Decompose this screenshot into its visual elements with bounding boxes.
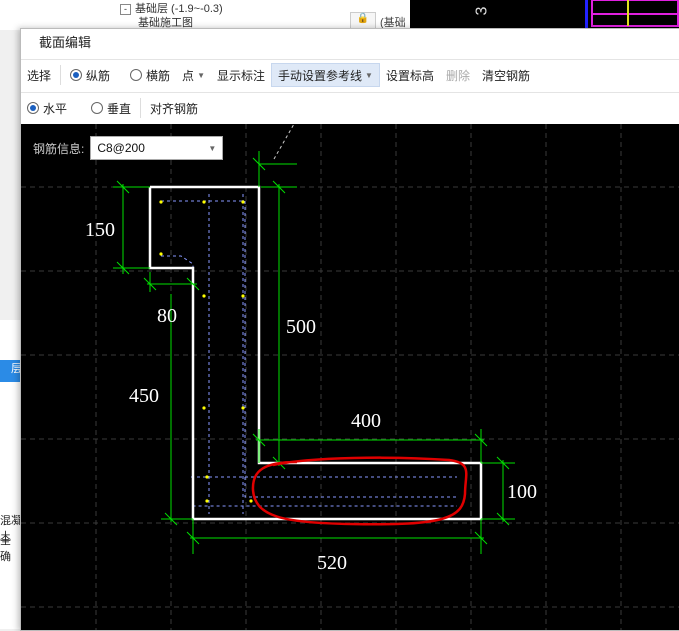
dim-400[interactable]: 400 [351,410,381,432]
chevron-down-icon: ▼ [197,70,205,80]
horizontal-radio[interactable]: 水平 [21,97,73,119]
point-dropdown[interactable]: 点 ▼ [176,64,211,86]
section-drawing[interactable]: 150 80 500 450 400 100 520 [21,124,679,630]
show-dims-button[interactable]: 显示标注 [211,64,271,86]
left-panel-tab[interactable]: 层 [0,360,22,382]
radio-checked-icon[interactable] [70,69,83,81]
viewport-graphic [591,0,679,27]
set-elevation-button[interactable]: 设置标高 [380,64,440,86]
collapse-icon[interactable]: - [120,4,131,15]
section-edit-dialog: 截面编辑 选择 纵筋 横筋 点 ▼ 显示标注 手动设置参考线 ▼ 设置标高 删除 清… [20,28,679,631]
chevron-down-icon[interactable]: ▼ [208,144,216,153]
dim-150[interactable]: 150 [85,219,115,241]
vertical-radio[interactable]: 垂直 [85,97,137,119]
divider [60,65,62,85]
rebar-lines[interactable] [161,194,457,514]
dimension-lines [113,151,515,554]
reference-line[interactable] [273,124,295,160]
manual-ref-button[interactable]: 手动设置参考线 ▼ [271,63,380,87]
rebar-points[interactable] [159,200,253,503]
toolbar: 选择 纵筋 横筋 点 ▼ 显示标注 手动设置参考线 ▼ 设置标高 删除 清空钢筋 [21,59,679,90]
delete-button[interactable]: 删除 [440,64,476,86]
grid-lines [21,124,679,630]
rebar-info: 钢筋信息: C8@200 ▼ [33,136,224,160]
align-rebar-button[interactable]: 对齐钢筋 [144,97,204,119]
chevron-down-icon[interactable]: ▼ [365,71,373,80]
highlight-annotation [251,456,468,526]
section-outline[interactable] [148,185,483,521]
transverse-radio[interactable]: 横筋 [124,64,176,86]
rebar-info-select[interactable]: C8@200 ▼ [90,136,224,160]
rebar-info-label: 钢筋信息: [33,141,85,156]
viewport-frame [585,0,679,30]
radio-checked-icon[interactable] [27,102,39,114]
dim-100[interactable]: 100 [507,481,537,503]
viewport-label: 3 [473,6,491,16]
dim-500[interactable]: 500 [286,316,316,338]
background-viewport: 3 [410,0,679,30]
dim-80[interactable]: 80 [157,305,177,327]
divider [140,98,142,118]
drawing-canvas[interactable]: 150 80 500 450 400 100 520 钢筋信息: C8@200 … [21,124,679,630]
left-panel-text: 全 确 [0,535,11,563]
dim-520[interactable]: 520 [317,552,347,574]
dim-450[interactable]: 450 [129,385,159,407]
radio-unchecked-icon[interactable] [130,69,143,81]
select-button[interactable]: 选择 [21,64,57,86]
orientation-toolbar: 水平 垂直 对齐钢筋 [21,92,679,123]
longitudinal-radio[interactable]: 纵筋 [64,64,116,86]
clear-rebar-button[interactable]: 清空钢筋 [476,64,536,86]
dialog-title: 截面编辑 [21,29,679,57]
radio-unchecked-icon[interactable] [91,102,104,114]
